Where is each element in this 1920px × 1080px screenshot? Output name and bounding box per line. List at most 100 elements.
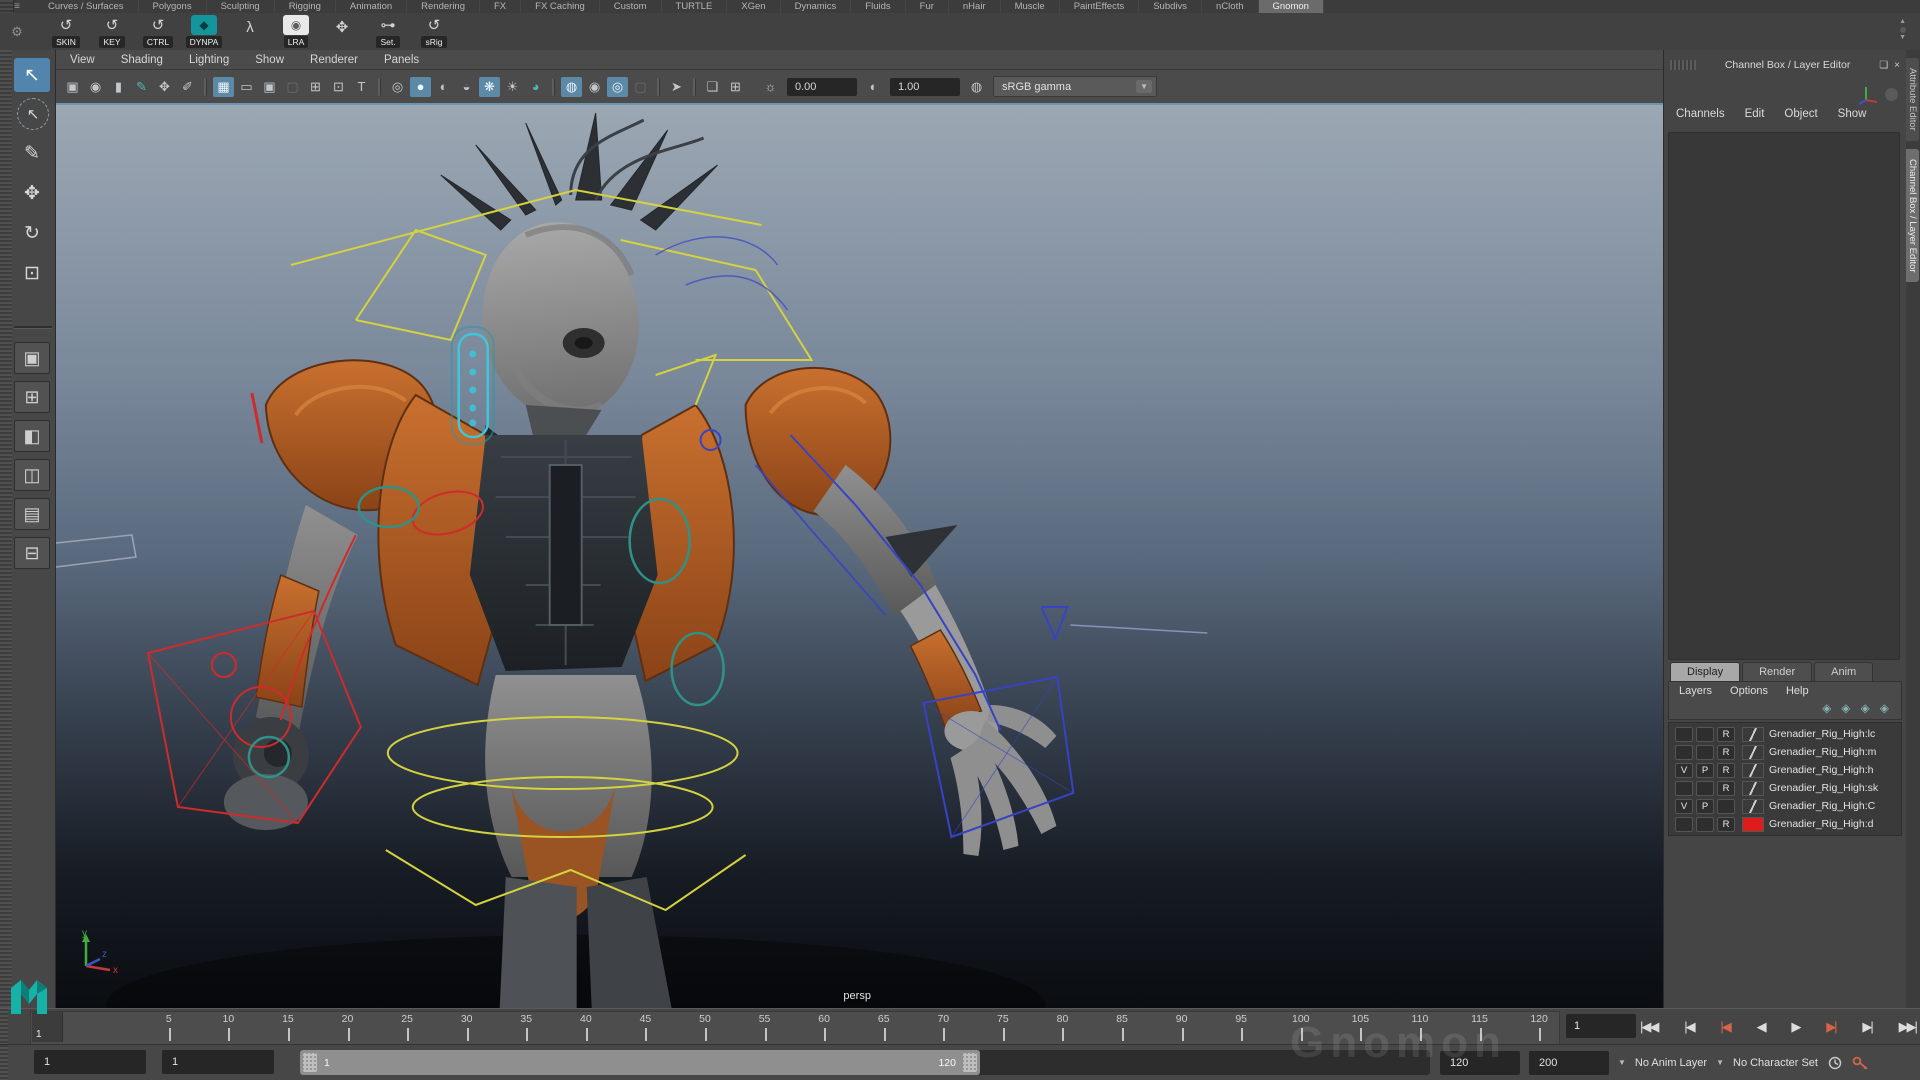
shelf-skin-button[interactable]: ↺ SKIN — [46, 15, 86, 48]
range-end-handle[interactable] — [963, 1053, 977, 1072]
layer-name[interactable]: Grenadier_Rig_High:sk — [1769, 782, 1878, 794]
arrow-down-icon[interactable]: ▼ — [1899, 34, 1906, 42]
range-start-handle[interactable] — [303, 1053, 317, 1072]
shelf-lra-button[interactable]: ◉ LRA — [276, 15, 316, 48]
shelf-tab[interactable]: Fur — [906, 0, 949, 13]
shelf-tab[interactable]: Dynamics — [781, 0, 852, 13]
camera-bookmark-icon[interactable]: ▮ — [108, 77, 129, 97]
layer-visibility-toggle[interactable] — [1675, 727, 1693, 742]
layer-display-type-toggle[interactable]: R — [1717, 745, 1735, 760]
range-slider-trough[interactable]: 1 120 — [300, 1050, 1430, 1075]
shelf-dynpa-button[interactable]: ◆ DYNPA — [184, 15, 224, 48]
layer-name[interactable]: Grenadier_Rig_High:lc — [1769, 728, 1875, 740]
gear-icon[interactable]: ⚙ — [0, 24, 34, 40]
step-back-key-button[interactable]: |◀ — [1720, 1019, 1729, 1035]
create-empty-layer-icon[interactable]: ◈ — [1861, 701, 1870, 715]
separator[interactable] — [657, 78, 660, 96]
depth-of-field-icon[interactable]: ▢ — [630, 77, 651, 97]
layout-two-pane-stacked[interactable]: ◫ — [14, 459, 50, 491]
sidebar-vertical-tab[interactable]: Attribute Editor — [1906, 58, 1919, 141]
layer-display-type-toggle[interactable] — [1717, 799, 1735, 814]
layer-color-swatch[interactable] — [1742, 763, 1764, 778]
channel-box-menu-item[interactable]: Channels — [1676, 108, 1725, 120]
shelf-tab[interactable]: nHair — [949, 0, 1001, 13]
current-time-field[interactable]: 1 — [1566, 1014, 1636, 1038]
panel-menu-item[interactable]: Lighting — [189, 54, 229, 66]
separator[interactable] — [204, 78, 207, 96]
shelf-tab[interactable]: Custom — [600, 0, 662, 13]
separator[interactable] — [552, 78, 555, 96]
resolution-gate-icon[interactable]: ▣ — [259, 77, 280, 97]
layer-visibility-toggle[interactable] — [1675, 817, 1693, 832]
layer-color-swatch[interactable] — [1742, 727, 1764, 742]
safe-action-icon[interactable]: ⊡ — [328, 77, 349, 97]
exposure-field[interactable]: 0.00 — [787, 78, 857, 96]
channel-box-menu-item[interactable]: Show — [1838, 108, 1867, 120]
layer-editor-tab[interactable]: Display — [1670, 662, 1740, 681]
exposure-icon[interactable]: ☼ — [760, 77, 781, 97]
layer-row[interactable]: V P Grenadier_Rig_High:C — [1669, 797, 1901, 815]
anti-alias-icon[interactable]: ◎ — [607, 77, 628, 97]
shelf-tab[interactable]: Animation — [336, 0, 407, 13]
tear-off-copy-icon[interactable]: ❏ — [702, 77, 723, 97]
move-tool[interactable]: ✥ — [14, 176, 50, 210]
layer-display-type-toggle[interactable]: R — [1717, 781, 1735, 796]
shelf-tab[interactable]: Sculpting — [207, 0, 275, 13]
layer-color-swatch[interactable] — [1742, 799, 1764, 814]
layer-row[interactable]: V P R Grenadier_Rig_High:h — [1669, 761, 1901, 779]
animation-end-field[interactable]: 200 — [1529, 1051, 1609, 1075]
motion-blur-icon[interactable]: ◉ — [584, 77, 605, 97]
panel-layout-icon[interactable]: ⊞ — [725, 77, 746, 97]
play-forwards-button[interactable]: ▶ — [1791, 1019, 1799, 1035]
move-selected-to-layer-icon[interactable]: ◈ — [1822, 701, 1831, 715]
panel-menu-item[interactable]: Show — [255, 54, 284, 66]
layer-row[interactable]: R Grenadier_Rig_High:m — [1669, 743, 1901, 761]
layer-color-swatch[interactable] — [1742, 817, 1764, 832]
playback-start-field[interactable]: 1 — [162, 1050, 274, 1074]
textured-icon[interactable]: ◐ — [433, 77, 454, 97]
shelf-tab[interactable]: PaintEffects — [1060, 0, 1140, 13]
create-layer-from-selected-icon[interactable]: ◈ — [1880, 701, 1889, 715]
shelf-joint-tool-button[interactable]: λ — [230, 17, 270, 48]
chevron-down-icon[interactable]: ▼ — [1716, 1058, 1724, 1067]
chevron-down-icon[interactable]: ▼ — [1618, 1058, 1626, 1067]
lighting-icon[interactable]: ☀ — [502, 77, 523, 97]
two-d-pan-zoom-icon[interactable]: ✥ — [154, 77, 175, 97]
select-tool[interactable]: ↖ — [14, 58, 50, 92]
play-backwards-button[interactable]: ◀ — [1757, 1019, 1765, 1035]
panel-menu-item[interactable]: Shading — [121, 54, 163, 66]
view-transform-dropdown[interactable]: sRGB gamma ▼ — [993, 76, 1157, 97]
character-set-dropdown[interactable]: No Character Set — [1733, 1057, 1818, 1069]
layer-name[interactable]: Grenadier_Rig_High:C — [1769, 800, 1875, 812]
layer-playback-toggle[interactable] — [1696, 727, 1714, 742]
layout-outliner-persp[interactable]: ▤ — [14, 498, 50, 530]
step-back-frame-button[interactable]: |◀ — [1684, 1019, 1693, 1035]
layer-playback-toggle[interactable]: P — [1696, 799, 1714, 814]
gate-mask-icon[interactable]: ▢ — [282, 77, 303, 97]
shelf-ctrl-button[interactable]: ↺ CTRL — [138, 15, 178, 48]
layer-name[interactable]: Grenadier_Rig_High:h — [1769, 764, 1873, 776]
layer-display-type-toggle[interactable]: R — [1717, 727, 1735, 742]
film-gate-icon[interactable]: ▭ — [236, 77, 257, 97]
shelf-tab[interactable]: FX — [480, 0, 521, 13]
paint-select-tool[interactable]: ✎ — [14, 136, 50, 170]
step-forward-frame-button[interactable]: ▶| — [1862, 1019, 1871, 1035]
shelf-tab[interactable]: Muscle — [1001, 0, 1060, 13]
select-objects-in-layer-icon[interactable]: ◈ — [1841, 701, 1850, 715]
field-chart-icon[interactable]: ⊞ — [305, 77, 326, 97]
panel-menu-item[interactable]: Renderer — [310, 54, 358, 66]
layer-display-type-toggle[interactable]: R — [1717, 763, 1735, 778]
go-to-end-button[interactable]: ▶▶| — [1899, 1019, 1916, 1035]
shelf-tab[interactable]: Rigging — [275, 0, 336, 13]
layer-visibility-toggle[interactable] — [1675, 745, 1693, 760]
animation-preferences-icon[interactable] — [1827, 1055, 1843, 1071]
popout-icon[interactable]: ❏ — [1879, 60, 1888, 71]
layer-row[interactable]: R Grenadier_Rig_High:lc — [1669, 725, 1901, 743]
layout-hypershade-persp[interactable]: ⊟ — [14, 537, 50, 569]
layer-name[interactable]: Grenadier_Rig_High:m — [1769, 746, 1876, 758]
layer-editor-menu-item[interactable]: Options — [1730, 685, 1768, 697]
rotate-tool[interactable]: ↻ — [14, 216, 50, 250]
xray-icon[interactable]: ❋ — [479, 77, 500, 97]
channel-box-menu-item[interactable]: Object — [1784, 108, 1817, 120]
channel-box-menu-item[interactable]: Edit — [1745, 108, 1765, 120]
